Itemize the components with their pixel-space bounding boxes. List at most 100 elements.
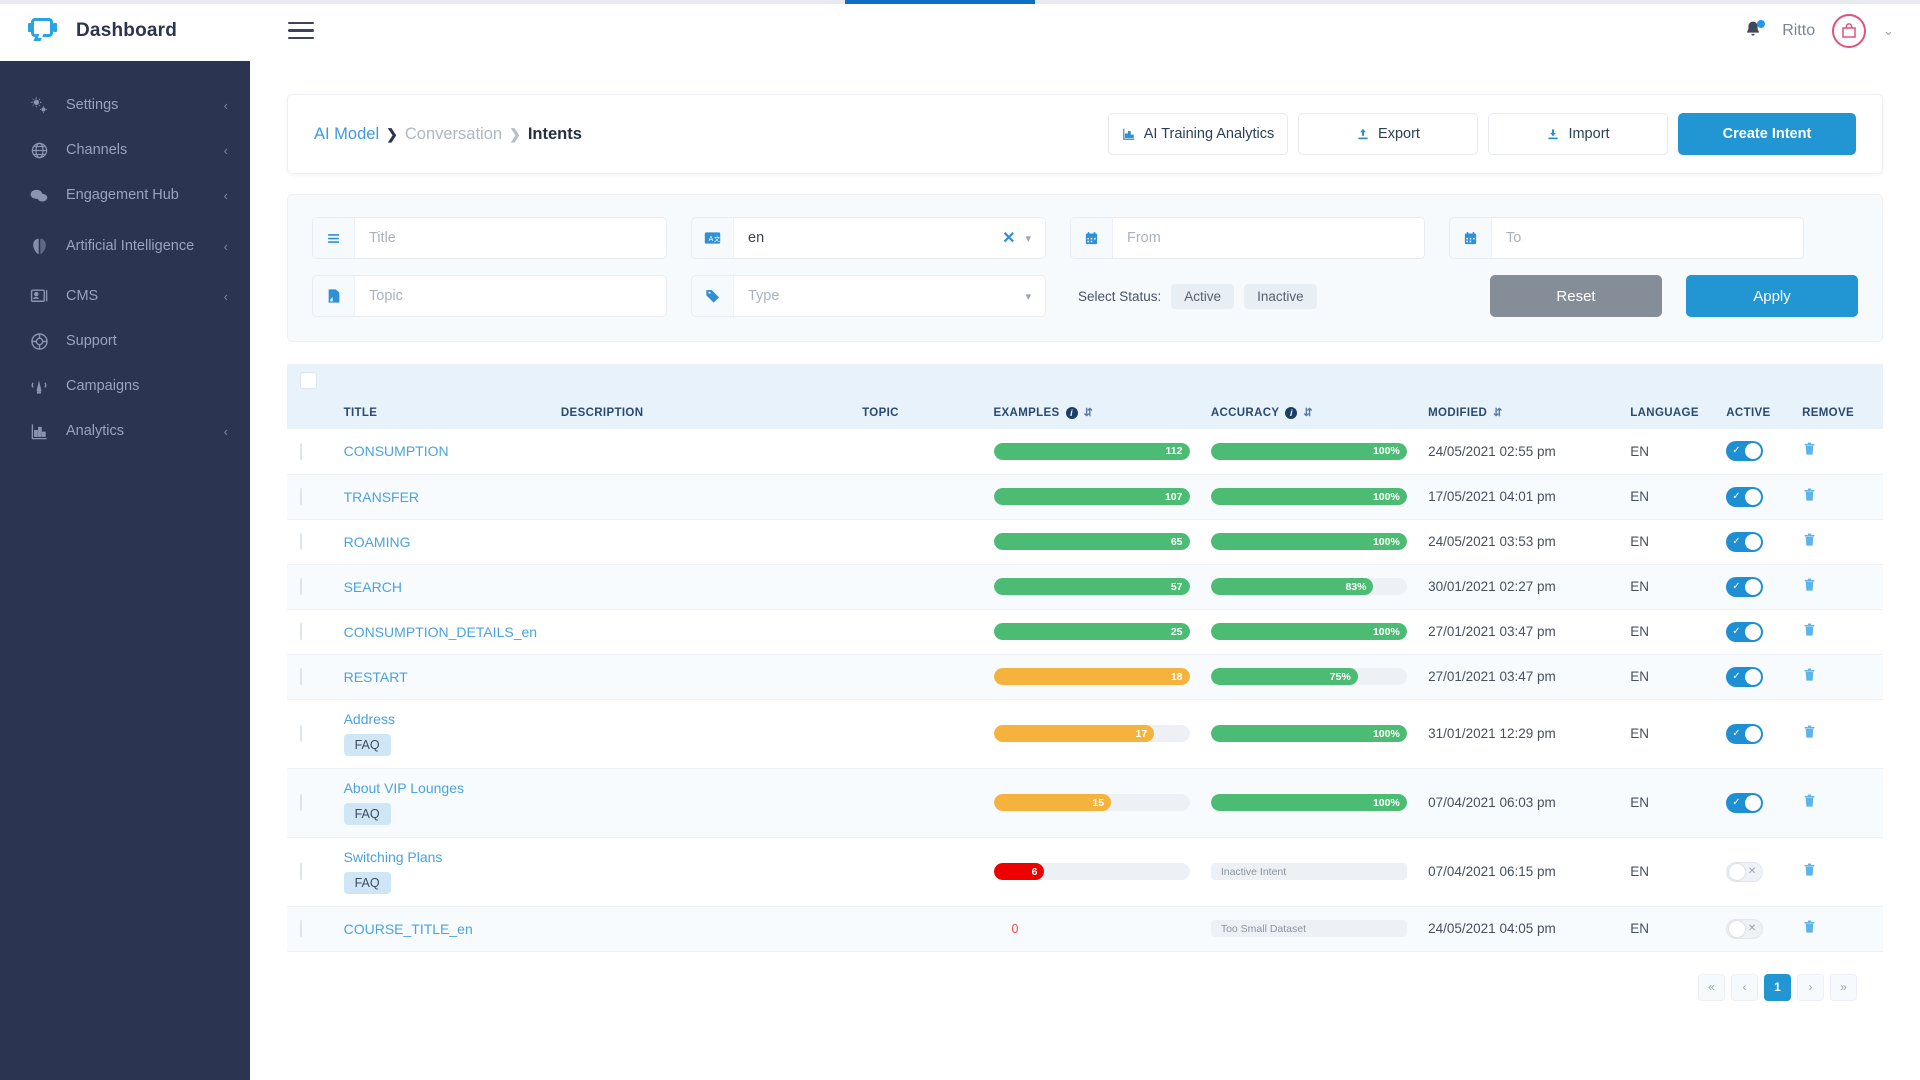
page-first-button[interactable]: « — [1698, 973, 1725, 1001]
trash-icon[interactable] — [1802, 667, 1817, 687]
page-next-button[interactable]: › — [1797, 973, 1824, 1001]
row-checkbox[interactable] — [300, 725, 302, 742]
intent-title-link[interactable]: RESTART — [344, 669, 561, 685]
language-input[interactable] — [734, 218, 999, 258]
intent-title-link[interactable]: TRANSFER — [344, 489, 561, 505]
trash-icon[interactable] — [1802, 724, 1817, 744]
accuracy-bar: 100% — [1210, 794, 1407, 811]
reset-button[interactable]: Reset — [1490, 275, 1662, 317]
status-chip-inactive[interactable]: Inactive — [1244, 283, 1317, 309]
row-checkbox[interactable] — [300, 794, 302, 811]
trash-icon[interactable] — [1802, 532, 1817, 552]
trash-icon[interactable] — [1802, 487, 1817, 507]
sidebar-item-analytics[interactable]: Analytics ‹ — [0, 409, 250, 454]
title-input[interactable] — [355, 218, 666, 258]
active-toggle-on[interactable]: ✓ — [1726, 486, 1764, 507]
date-from-input[interactable] — [1113, 218, 1424, 258]
breadcrumb-ai-model[interactable]: AI Model — [314, 125, 379, 144]
active-toggle-on[interactable]: ✓ — [1726, 666, 1764, 687]
trash-icon[interactable] — [1802, 442, 1817, 461]
accuracy-bar: 83% — [1210, 578, 1407, 595]
row-checkbox[interactable] — [300, 578, 302, 595]
row-checkbox[interactable] — [300, 442, 302, 460]
filter-row-2: ▾ Select Status: Active Inactive Reset A… — [312, 275, 1858, 317]
table-head: TITLE DESCRIPTION TOPIC EXAMPLES i ⇵ ACC… — [287, 397, 1883, 429]
page-last-button[interactable]: » — [1830, 973, 1857, 1001]
active-toggle-off[interactable]: ✕ — [1726, 861, 1764, 882]
language-filter[interactable]: A文 ✕ ▾ — [691, 217, 1046, 259]
bell-icon[interactable] — [1743, 19, 1766, 43]
sidebar-item-campaigns[interactable]: Campaigns — [0, 364, 250, 409]
apply-button[interactable]: Apply — [1686, 275, 1858, 317]
date-to-input[interactable] — [1492, 218, 1803, 258]
trash-icon[interactable] — [1802, 577, 1817, 597]
sidebar-item-artificial-intelligence[interactable]: Artificial Intelligence ‹ — [0, 218, 250, 274]
breadcrumb-conversation[interactable]: Conversation — [405, 125, 502, 144]
date-to-filter[interactable] — [1449, 217, 1804, 259]
row-checkbox[interactable] — [300, 623, 302, 640]
sidebar-item-support[interactable]: Support — [0, 319, 250, 364]
ai-training-analytics-button[interactable]: AI Training Analytics — [1108, 113, 1288, 155]
info-icon[interactable]: i — [1065, 407, 1078, 419]
row-checkbox[interactable] — [300, 488, 302, 505]
active-toggle-on[interactable]: ✓ — [1726, 441, 1764, 462]
sort-icon[interactable]: ⇵ — [1084, 407, 1094, 419]
intent-title-link[interactable]: CONSUMPTION — [344, 443, 561, 459]
intent-title-link[interactable]: COURSE_TITLE_en — [344, 921, 561, 937]
row-checkbox[interactable] — [300, 668, 302, 685]
topic-filter[interactable] — [312, 275, 667, 317]
active-toggle-off[interactable]: ✕ — [1726, 918, 1764, 939]
active-toggle-on[interactable]: ✓ — [1726, 792, 1764, 813]
cell-topic — [862, 654, 993, 699]
sort-icon[interactable]: ⇵ — [1493, 407, 1503, 419]
clear-icon[interactable]: ✕ — [998, 228, 1019, 248]
import-button[interactable]: Import — [1488, 113, 1668, 155]
intent-title-link[interactable]: CONSUMPTION_DETAILS_en — [344, 624, 561, 640]
active-toggle-on[interactable]: ✓ — [1726, 621, 1764, 642]
th-modified[interactable]: MODIFIED ⇵ — [1428, 397, 1631, 429]
intent-title-link[interactable]: About VIP Lounges — [344, 780, 561, 796]
sidebar-item-settings[interactable]: Settings ‹ — [0, 83, 250, 128]
sort-icon[interactable]: ⇵ — [1303, 407, 1313, 419]
topic-input[interactable] — [355, 276, 666, 316]
active-toggle-on[interactable]: ✓ — [1726, 531, 1764, 552]
trash-icon[interactable] — [1802, 622, 1817, 642]
title-filter[interactable] — [312, 217, 667, 259]
sidebar-item-engagement-hub[interactable]: Engagement Hub ‹ — [0, 173, 250, 218]
date-from-filter[interactable] — [1070, 217, 1425, 259]
row-checkbox[interactable] — [300, 533, 302, 550]
intent-title-link[interactable]: SEARCH — [344, 579, 561, 595]
active-toggle-on[interactable]: ✓ — [1726, 723, 1764, 744]
type-filter[interactable]: ▾ — [691, 275, 1046, 317]
info-icon[interactable]: i — [1285, 407, 1298, 419]
chevron-left-icon: ‹ — [223, 238, 228, 254]
th-examples[interactable]: EXAMPLES i ⇵ — [993, 397, 1211, 429]
chevron-down-icon[interactable]: ▾ — [1019, 290, 1045, 303]
page-1-button[interactable]: 1 — [1764, 973, 1791, 1001]
trash-icon[interactable] — [1802, 919, 1817, 939]
th-accuracy[interactable]: ACCURACY i ⇵ — [1210, 397, 1429, 429]
cell-modified: 17/05/2021 04:01 pm — [1428, 489, 1556, 504]
row-checkbox[interactable] — [300, 920, 302, 937]
chevron-down-icon[interactable]: ▾ — [1019, 232, 1045, 245]
create-intent-button[interactable]: Create Intent — [1678, 113, 1856, 155]
hamburger-icon[interactable] — [288, 21, 314, 40]
intent-title-link[interactable]: ROAMING — [344, 534, 561, 550]
trash-icon[interactable] — [1802, 793, 1817, 813]
trash-icon[interactable] — [1802, 862, 1817, 882]
cell-examples: 112 — [993, 429, 1211, 474]
examples-bar-fill: 18 — [993, 668, 1190, 685]
sidebar-item-channels[interactable]: Channels ‹ — [0, 128, 250, 173]
avatar[interactable] — [1832, 13, 1867, 48]
page-prev-button[interactable]: ‹ — [1731, 973, 1758, 1001]
status-chip-active[interactable]: Active — [1171, 283, 1235, 309]
chevron-down-icon[interactable]: ⌄ — [1883, 23, 1894, 39]
intent-title-link[interactable]: Switching Plans — [344, 849, 561, 865]
sidebar-item-cms[interactable]: CMS ‹ — [0, 274, 250, 319]
select-all-checkbox[interactable] — [300, 372, 317, 389]
active-toggle-on[interactable]: ✓ — [1726, 576, 1764, 597]
export-button[interactable]: Export — [1298, 113, 1478, 155]
row-checkbox[interactable] — [300, 863, 302, 880]
intent-title-link[interactable]: Address — [344, 711, 561, 727]
type-input[interactable] — [734, 276, 1020, 316]
